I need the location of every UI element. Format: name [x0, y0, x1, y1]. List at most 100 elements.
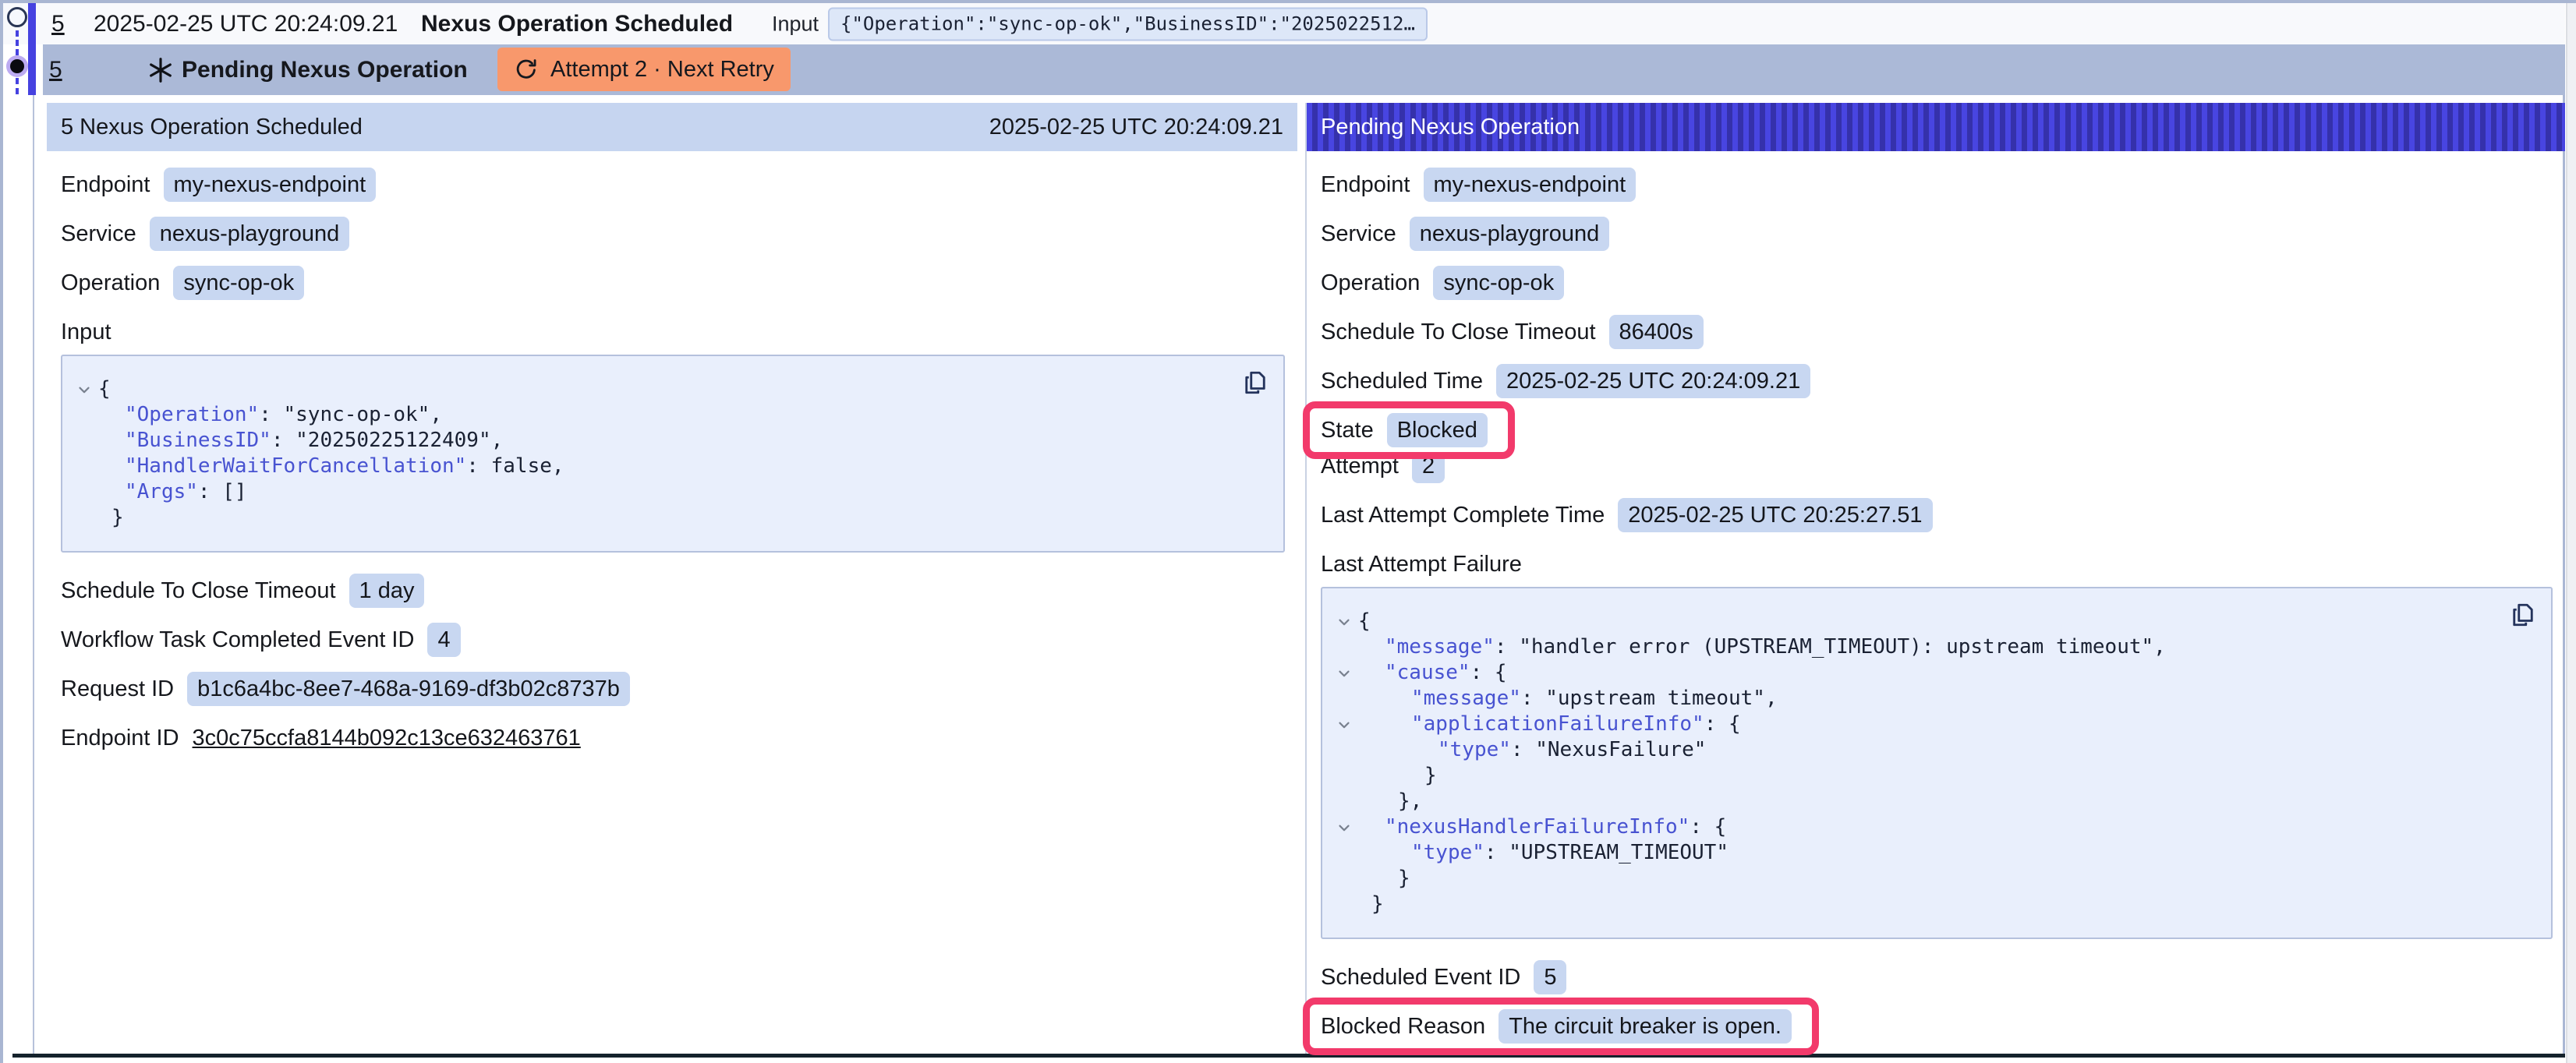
collapse-chevron-icon[interactable]	[1330, 609, 1358, 634]
code-text: },	[1358, 789, 1422, 814]
code-text: "type": "NexusFailure"	[1358, 737, 1706, 763]
code-text: "Operation": "sync-op-ok",	[98, 402, 442, 428]
field-label: Scheduled Event ID	[1321, 965, 1520, 991]
code-gutter	[70, 454, 98, 479]
vertical-scrollbar[interactable]	[2566, 0, 2576, 1063]
timeline-start-icon	[7, 7, 27, 27]
field-value: 2025-02-25 UTC 20:25:27.51	[1618, 498, 1932, 533]
code-text: "nexusHandlerFailureInfo": {	[1358, 814, 1726, 840]
pending-panel-header: Pending Nexus Operation	[1307, 103, 2565, 151]
field-value: my-nexus-endpoint	[1424, 168, 1637, 203]
code-text: "Args": []	[98, 479, 247, 505]
field-label: Service	[1321, 221, 1396, 247]
field-value: sync-op-ok	[173, 266, 304, 301]
field-value: The circuit breaker is open.	[1499, 1009, 1792, 1044]
field-label: Workflow Task Completed Event ID	[61, 627, 414, 653]
scheduled-fields-top: Endpointmy-nexus-endpointServicenexus-pl…	[61, 167, 1285, 301]
code-line: "BusinessID": "20250225122409",	[70, 428, 1268, 454]
field-service: Servicenexus-playground	[1321, 216, 2553, 252]
field-last-attempt-complete-time: Last Attempt Complete Time 2025-02-25 UTC…	[1321, 497, 2553, 533]
code-text: {	[98, 376, 111, 402]
copy-icon[interactable]	[2509, 599, 2537, 630]
event-row-nexus-operation-scheduled[interactable]: 5 2025-02-25 UTC 20:24:09.21 Nexus Opera…	[3, 3, 2565, 44]
event-title: Nexus Operation Scheduled	[421, 11, 733, 37]
code-line: "type": "NexusFailure"	[1330, 737, 2535, 763]
field-state: StateBlocked	[1321, 412, 1488, 448]
event-details-container: 5 Nexus Operation Scheduled 2025-02-25 U…	[33, 95, 2565, 1054]
field-label: Last Attempt Complete Time	[1321, 503, 1605, 528]
copy-icon[interactable]	[1241, 367, 1269, 398]
field-value: 5	[1534, 960, 1566, 995]
field-label: Endpoint	[61, 172, 150, 198]
scheduled-panel-title: 5 Nexus Operation Scheduled	[61, 115, 363, 140]
code-text: "BusinessID": "20250225122409",	[98, 428, 503, 454]
code-line: }	[1330, 763, 2535, 789]
field-blocked-reason: Blocked ReasonThe circuit breaker is ope…	[1321, 1008, 1792, 1044]
collapse-chevron-icon[interactable]	[1330, 660, 1358, 686]
field-value: sync-op-ok	[1433, 266, 1564, 301]
pending-fields-top: Endpointmy-nexus-endpoint Servicenexus-pl…	[1321, 167, 2553, 533]
code-line: "Args": []	[70, 479, 1268, 505]
timeline-active-bar	[28, 3, 36, 95]
scheduled-fields-bottom: Schedule To Close Timeout1 day Workflow T…	[61, 573, 1285, 756]
field-operation: Operationsync-op-ok	[1321, 265, 2553, 301]
code-line: "message": "upstream timeout",	[1330, 686, 2535, 712]
code-text: }	[98, 505, 124, 531]
field-label: Operation	[61, 270, 160, 296]
collapse-chevron-icon[interactable]	[1330, 712, 1358, 737]
field-value: 86400s	[1609, 315, 1704, 350]
code-text: "message": "handler error (UPSTREAM_TIME…	[1358, 634, 2166, 660]
field-label: Schedule To Close Timeout	[1321, 320, 1596, 345]
input-json-viewer: {"Operation": "sync-op-ok","BusinessID":…	[61, 355, 1285, 553]
code-text: }	[1358, 892, 1384, 917]
code-gutter	[1330, 686, 1358, 712]
pending-fields-bottom: Scheduled Event ID 5 Blocked ReasonThe cir…	[1321, 959, 2553, 1044]
code-gutter	[1330, 892, 1358, 917]
field-service: Servicenexus-playground	[61, 216, 1285, 252]
field-label: Request ID	[61, 676, 174, 702]
field-schedule-to-close-timeout: Schedule To Close Timeout1 day	[61, 573, 1285, 609]
code-gutter	[70, 505, 98, 531]
field-value: b1c6a4bc-8ee7-468a-9169-df3b02c8737b	[187, 672, 630, 707]
code-line: "HandlerWaitForCancellation": false,	[70, 454, 1268, 479]
collapse-chevron-icon[interactable]	[70, 376, 98, 402]
field-value: 2025-02-25 UTC 20:24:09.21	[1496, 364, 1810, 399]
timeline-dashed-connector	[16, 30, 19, 55]
code-line: }	[1330, 866, 2535, 892]
field-scheduled-time: Scheduled Time2025-02-25 UTC 20:24:09.21	[1321, 363, 2553, 399]
event-input-preview-chip: {"Operation":"sync-op-ok","BusinessID":"…	[828, 7, 1428, 41]
field-label: Service	[61, 221, 136, 247]
code-gutter	[1330, 866, 1358, 892]
code-text: "applicationFailureInfo": {	[1358, 712, 1741, 737]
retry-status-badge: Attempt 2 · Next Retry	[497, 48, 791, 91]
code-text: "type": "UPSTREAM_TIMEOUT"	[1358, 840, 1729, 866]
annotation-highlight-box: StateBlocked	[1303, 401, 1515, 459]
field-value: Blocked	[1387, 413, 1488, 448]
event-input-label: Input	[772, 12, 819, 36]
event-id-link[interactable]: 5	[49, 57, 62, 83]
code-line: {	[70, 376, 1268, 402]
code-gutter	[70, 479, 98, 505]
event-id-link[interactable]: 5	[51, 11, 65, 37]
collapse-chevron-icon[interactable]	[1330, 814, 1358, 840]
field-workflow-task-completed-event-id: Workflow Task Completed Event ID4	[61, 622, 1285, 658]
code-line: },	[1330, 789, 2535, 814]
pending-panel-title: Pending Nexus Operation	[1321, 115, 1580, 140]
code-gutter	[70, 402, 98, 428]
code-line: "nexusHandlerFailureInfo": {	[1330, 814, 2535, 840]
field-value: 1 day	[349, 574, 425, 609]
event-row-pending-nexus-operation[interactable]: 5 Pending Nexus Operation Attempt 2 · Ne…	[43, 44, 2565, 95]
code-text: }	[1358, 866, 1410, 892]
code-gutter	[1330, 634, 1358, 660]
code-text: }	[1358, 763, 1437, 789]
field-value[interactable]: 3c0c75ccfa8144b092c13ce632463761	[193, 726, 581, 751]
code-gutter	[1330, 789, 1358, 814]
field-endpoint: Endpointmy-nexus-endpoint	[1321, 167, 2553, 203]
code-line: }	[1330, 892, 2535, 917]
event-title: Pending Nexus Operation	[182, 57, 468, 83]
event-timestamp: 2025-02-25 UTC 20:24:09.21	[94, 11, 398, 37]
code-gutter	[1330, 737, 1358, 763]
code-line: }	[70, 505, 1268, 531]
code-text: "cause": {	[1358, 660, 1507, 686]
code-line: "cause": {	[1330, 660, 2535, 686]
